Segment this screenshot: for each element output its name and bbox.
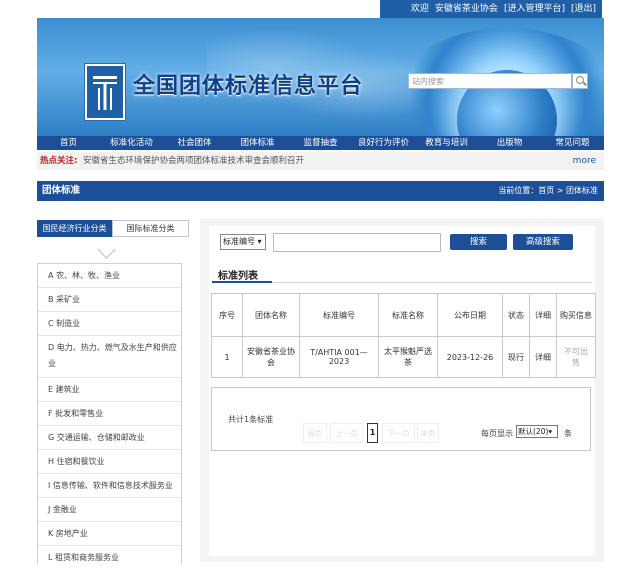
site-logo[interactable] xyxy=(85,64,125,120)
nav-group-standards[interactable]: 团体标准 xyxy=(226,136,289,150)
header-banner: 全国团体标准信息平台 站内搜索 xyxy=(37,18,604,136)
chevron-down-icon xyxy=(97,240,116,259)
status-cell: 现行 xyxy=(502,336,530,378)
total-count: 共计1条标准 xyxy=(228,415,274,424)
org-name: 安徽省茶业协会 xyxy=(434,4,498,14)
org-name-cell: 安徽省茶业协会 xyxy=(242,336,300,378)
nav-organizations[interactable]: 社会团体 xyxy=(163,136,226,150)
category-item[interactable]: K 房地产业 xyxy=(38,522,181,546)
list-title: 标准列表 xyxy=(218,271,258,282)
news-label: 热点关注: xyxy=(40,156,78,166)
category-tabs: 国民经济行业分类 国际标准分类 xyxy=(37,220,189,237)
more-link[interactable]: more xyxy=(573,152,596,170)
next-page-button[interactable]: 下一页 xyxy=(382,423,415,443)
per-page-label: 每页显示 xyxy=(481,429,513,438)
publish-date-cell: 2023-12-26 xyxy=(437,336,503,378)
standards-table: 序号 团体名称 标准编号 标准名称 公布日期 状态 详细 购买信息 1 安徽省茶… xyxy=(211,293,596,378)
detail-link[interactable]: 详细 xyxy=(529,336,557,378)
select-value: 标准编号 xyxy=(223,237,255,246)
category-item[interactable]: E 建筑业 xyxy=(38,378,181,402)
per-page-select[interactable]: 默认(20)▾ xyxy=(516,425,558,438)
main-nav: 首页 标准化活动 社会团体 团体标准 监督抽查 良好行为评价 教育与培训 出版物… xyxy=(37,136,604,150)
logo-icon xyxy=(93,76,117,110)
last-page-button[interactable]: 末页 xyxy=(417,423,439,443)
category-item[interactable]: L 租赁和商务服务业 xyxy=(38,546,181,570)
admin-link[interactable]: [进入管理平台] xyxy=(504,4,565,14)
column-header: 公布日期 xyxy=(437,293,503,337)
nav-supervision[interactable]: 监督抽查 xyxy=(289,136,352,150)
welcome-text: 欢迎 xyxy=(410,4,429,14)
tab-industry[interactable]: 国民经济行业分类 xyxy=(37,220,112,237)
per-page-unit: 条 xyxy=(564,429,572,438)
chevron-down-icon: ▾ xyxy=(548,427,553,436)
search-icon[interactable] xyxy=(572,73,588,89)
current-page[interactable]: 1 xyxy=(367,423,378,443)
tab-international[interactable]: 国际标准分类 xyxy=(112,220,189,237)
nav-evaluation[interactable]: 良好行为评价 xyxy=(352,136,415,150)
search-field-select[interactable]: 标准编号 ▾ xyxy=(220,234,266,250)
prev-page-button[interactable]: 上一页 xyxy=(330,423,363,443)
standard-search-input[interactable] xyxy=(273,233,441,252)
column-header: 详细 xyxy=(529,293,557,337)
news-ticker: 热点关注: 安徽省生态环境保护协会两项团体标准技术审查会顺利召开 more xyxy=(37,152,604,170)
column-header: 标准编号 xyxy=(299,293,379,337)
table-header-row: 序号 团体名称 标准编号 标准名称 公布日期 状态 详细 购买信息 xyxy=(211,293,596,337)
category-item[interactable]: A 农、林、牧、渔业 xyxy=(38,264,181,288)
purchase-info-cell: 不可出售 xyxy=(556,336,596,378)
nav-standardization[interactable]: 标准化活动 xyxy=(100,136,163,150)
category-item[interactable]: G 交通运输、仓储和邮政业 xyxy=(38,426,181,450)
category-item[interactable]: I 信息传输、软件和信息技术服务业 xyxy=(38,474,181,498)
logout-link[interactable]: [退出] xyxy=(571,4,596,14)
category-item[interactable]: D 电力、热力、燃气及水生产和供应业 xyxy=(38,336,181,378)
category-item[interactable]: B 采矿业 xyxy=(38,288,181,312)
category-item[interactable]: H 住宿和餐饮业 xyxy=(38,450,181,474)
nav-training[interactable]: 教育与培训 xyxy=(415,136,478,150)
pagination: 共计1条标准 首页 上一页 1 下一页 末页 每页显示 默认(20)▾ 条 xyxy=(211,387,591,451)
category-list: A 农、林、牧、渔业 B 采矿业 C 制造业 D 电力、热力、燃气及水生产和供应… xyxy=(37,263,182,564)
site-title: 全国团体标准信息平台 xyxy=(133,74,364,99)
section-header: 团体标准 当前位置：首页 > 团体标准 xyxy=(37,181,604,201)
breadcrumb: 当前位置：首页 > 团体标准 xyxy=(498,186,598,195)
first-page-button[interactable]: 首页 xyxy=(303,423,327,443)
news-link[interactable]: 安徽省生态环境保护协会两项团体标准技术审查会顺利召开 xyxy=(83,152,304,170)
nav-home[interactable]: 首页 xyxy=(37,136,100,150)
nav-publications[interactable]: 出版物 xyxy=(478,136,541,150)
section-title: 团体标准 xyxy=(42,185,81,196)
table-row: 1 安徽省茶业协会 T/AHTIA 001—2023 太平猴魁严选茶 2023-… xyxy=(211,336,596,378)
column-header: 标准名称 xyxy=(378,293,438,337)
category-item[interactable]: C 制造业 xyxy=(38,312,181,336)
top-bar: 欢迎 安徽省茶业协会 [进入管理平台] [退出] xyxy=(0,0,640,18)
row-index: 1 xyxy=(211,336,243,378)
column-header: 购买信息 xyxy=(556,293,596,337)
column-header: 状态 xyxy=(502,293,530,337)
search-button[interactable]: 搜索 xyxy=(450,234,507,250)
user-links: 欢迎 安徽省茶业协会 [进入管理平台] [退出] xyxy=(380,0,602,18)
site-search-input[interactable]: 站内搜索 xyxy=(408,73,572,89)
advanced-search-button[interactable]: 高级搜索 xyxy=(513,234,573,250)
standard-number-cell: T/AHTIA 001—2023 xyxy=(299,336,379,378)
per-page-value: 默认(20) xyxy=(518,427,549,436)
standard-name-cell[interactable]: 太平猴魁严选茶 xyxy=(378,336,438,378)
chevron-down-icon: ▾ xyxy=(257,237,262,246)
nav-faq[interactable]: 常见问题 xyxy=(541,136,604,150)
category-item[interactable]: F 批发和零售业 xyxy=(38,402,181,426)
column-header: 团体名称 xyxy=(242,293,300,337)
category-item[interactable]: J 金融业 xyxy=(38,498,181,522)
column-header: 序号 xyxy=(211,293,243,337)
list-title-underline xyxy=(212,281,592,283)
